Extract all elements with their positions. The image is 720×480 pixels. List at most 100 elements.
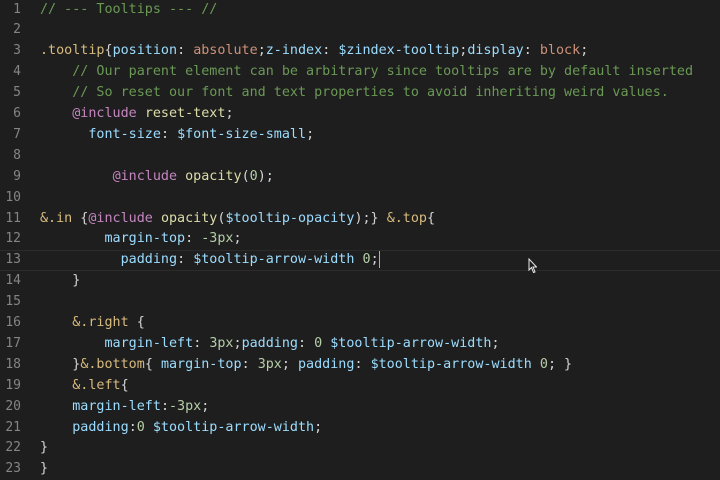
code-token: @include xyxy=(88,210,153,226)
code-token: : xyxy=(160,398,169,414)
code-token: 0 xyxy=(539,356,548,372)
code-token: 0 xyxy=(314,335,323,351)
code-token: @include xyxy=(112,168,178,184)
code-line[interactable]: 5 // So reset our font and text properti… xyxy=(0,83,720,104)
code-line[interactable]: 21 padding:0 $tooltip-arrow-width; xyxy=(0,418,720,439)
code-editor[interactable]: 1// --- Tooltips --- //2 3 .tooltip{positi… xyxy=(0,0,720,480)
code-token: $zindex-tooltip xyxy=(338,43,460,59)
code-line[interactable]: 18 }&.bottom{ margin-top: 3px; padding: … xyxy=(0,355,720,376)
code-token: &.right xyxy=(72,315,129,330)
code-token: 0 xyxy=(249,168,258,184)
line-number: 12 xyxy=(5,231,21,247)
code-line[interactable]: 23} xyxy=(0,459,720,480)
code-token: : xyxy=(523,43,540,59)
code-token: margin-left xyxy=(104,335,194,351)
code-line[interactable]: 1 // --- Tooltips --- // xyxy=(0,0,720,20)
code-token: ; xyxy=(257,43,266,59)
code-line[interactable]: 22} xyxy=(0,438,720,459)
code-token: : xyxy=(160,126,178,142)
code-line[interactable]: 14 } xyxy=(0,271,720,292)
line-number: 7 xyxy=(13,126,21,142)
code-token: : xyxy=(185,231,202,247)
code-token: : xyxy=(177,252,194,268)
code-line[interactable]: 15 xyxy=(0,292,720,313)
code-line[interactable]: 3 .tooltip{position: absolute;z-index: $z… xyxy=(0,41,720,62)
code-text: // So reset our font and text properties… xyxy=(40,83,669,104)
code-token: &.top xyxy=(386,210,427,226)
code-token: } xyxy=(40,461,49,477)
code-token: absolute xyxy=(193,43,258,59)
code-text: &.left{ xyxy=(40,376,128,397)
code-token: opacity xyxy=(160,210,218,226)
code-token: padding xyxy=(120,252,178,268)
code-token: $tooltip-arrow-width xyxy=(152,419,315,435)
code-token: ; xyxy=(370,252,379,268)
code-token: 0 xyxy=(136,419,145,435)
code-line[interactable]: 20 margin-left:-3px; xyxy=(0,397,720,418)
code-token: ; xyxy=(233,231,242,247)
code-line[interactable]: 16 &.right { xyxy=(0,313,720,334)
code-line[interactable]: 13 padding: $tooltip-arrow-width 0; xyxy=(0,250,720,271)
code-token: { xyxy=(104,43,113,59)
code-text: margin-left:-3px; xyxy=(40,397,209,418)
code-token: : xyxy=(298,335,315,351)
code-token: : xyxy=(322,43,339,59)
code-line[interactable]: 17 margin-left: 3px;padding: 0 $tooltip-… xyxy=(0,334,720,355)
code-line[interactable]: 7 font-size: $font-size-small; xyxy=(0,125,720,146)
code-token: -3px xyxy=(169,398,202,414)
line-number: 21 xyxy=(5,419,21,435)
code-token: ); xyxy=(257,168,274,184)
line-number: 13 xyxy=(5,252,21,268)
code-token: font-size xyxy=(88,126,161,142)
code-line[interactable]: 4 // Our parent element can be arbitrary… xyxy=(0,62,720,83)
code-token: @include xyxy=(72,106,137,121)
code-token: ; xyxy=(314,419,323,435)
code-token: ; } xyxy=(547,356,573,372)
code-line[interactable]: 2 xyxy=(0,20,720,41)
code-token: ( xyxy=(241,168,250,184)
code-token: : xyxy=(177,43,194,59)
code-text: }&.bottom{ margin-top: 3px; padding: $to… xyxy=(40,355,572,376)
code-token: -3px xyxy=(201,231,234,247)
line-number: 9 xyxy=(13,168,21,184)
code-token: z-index xyxy=(265,43,323,59)
code-token: } xyxy=(40,273,81,289)
code-line[interactable]: 8 xyxy=(0,146,720,167)
code-text: } xyxy=(40,459,48,480)
code-token: opacity xyxy=(185,168,242,184)
code-line[interactable]: 6 @include reset-text; xyxy=(0,104,720,125)
code-token: reset-text xyxy=(144,106,226,121)
code-token: { xyxy=(144,356,161,372)
code-token: $tooltip-arrow-width xyxy=(370,356,532,372)
code-token: $font-size-small xyxy=(177,126,307,142)
code-token: &.in xyxy=(40,210,73,226)
code-line[interactable]: 10 xyxy=(0,188,720,209)
code-line[interactable]: 12 margin-top: -3px; xyxy=(0,229,720,250)
code-text: &.in {@include opacity($tooltip-opacity)… xyxy=(40,209,435,230)
code-text: margin-top: -3px; xyxy=(40,229,242,250)
code-token: : xyxy=(128,419,137,435)
code-token: ; xyxy=(233,335,242,351)
code-token: { xyxy=(72,210,89,226)
code-token: } xyxy=(40,356,81,372)
code-text: @include reset-text; xyxy=(40,104,233,125)
code-token: ; xyxy=(580,43,589,59)
code-line[interactable]: 11 &.in {@include opacity($tooltip-opacit… xyxy=(0,209,720,230)
code-line[interactable]: 9 @include opacity(0); xyxy=(0,167,720,188)
code-text: // Our parent element can be arbitrary s… xyxy=(40,62,693,83)
code-token: // Our parent element can be arbitrary s… xyxy=(40,64,694,80)
line-number: 4 xyxy=(13,64,21,80)
code-token: // --- Tooltips --- // xyxy=(40,1,218,17)
code-text: // --- Tooltips --- // xyxy=(40,0,217,20)
code-line[interactable]: 19 &.left{ xyxy=(0,376,720,397)
code-token: .tooltip xyxy=(40,43,105,59)
